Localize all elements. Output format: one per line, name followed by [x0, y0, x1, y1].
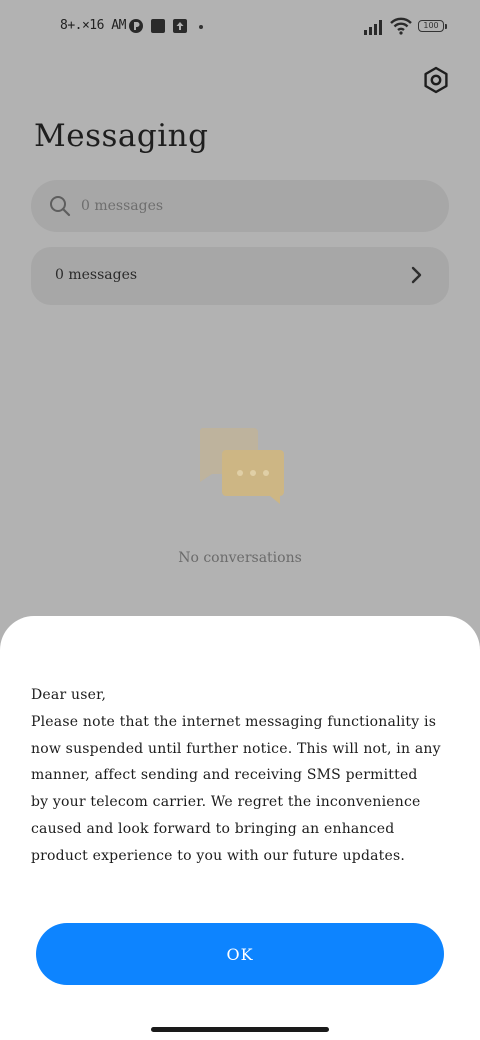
search-icon — [50, 196, 71, 217]
chevron-right-icon — [411, 266, 422, 284]
more-dot-icon — [199, 25, 203, 29]
messages-row-label: 0 messages — [55, 267, 138, 283]
notice-line: product experience to you with our futur… — [31, 847, 406, 864]
wifi-icon — [390, 17, 412, 35]
notice-line: manner, affect sending and receiving SMS… — [31, 767, 418, 784]
messages-row[interactable]: 0 messages — [31, 247, 449, 305]
search-input[interactable] — [81, 180, 411, 232]
upload-notification-icon — [173, 19, 187, 33]
page-title: Messaging — [34, 118, 209, 154]
notice-line: caused and look forward to bringing an e… — [31, 820, 395, 837]
battery-tip — [445, 24, 447, 29]
empty-state-label: No conversations — [178, 550, 302, 566]
notice-dialog: Dear user, Please note that the internet… — [0, 616, 480, 1040]
square-notification-icon — [151, 19, 165, 33]
battery-icon: 100 — [418, 20, 448, 34]
settings-hexagon-icon[interactable] — [420, 64, 452, 96]
status-bar: 8+.×16 AM 100 — [0, 0, 480, 56]
notice-line: Please note that the internet messaging … — [31, 713, 437, 730]
ok-button[interactable]: OK — [36, 923, 444, 985]
notice-line: Dear user, — [31, 687, 107, 703]
app-notification-icon — [129, 19, 143, 33]
battery-level: 100 — [418, 20, 444, 32]
status-time: 8+.×16 AM — [60, 18, 126, 33]
notice-text: Dear user, Please note that the internet… — [31, 682, 471, 870]
signal-icon — [364, 20, 382, 35]
home-indicator[interactable] — [151, 1027, 329, 1032]
notice-line: by your telecom carrier. We regret the i… — [31, 794, 421, 811]
notice-line: now suspended until further notice. This… — [31, 740, 441, 757]
chat-bubbles-icon — [199, 428, 284, 504]
search-box[interactable] — [31, 180, 449, 232]
